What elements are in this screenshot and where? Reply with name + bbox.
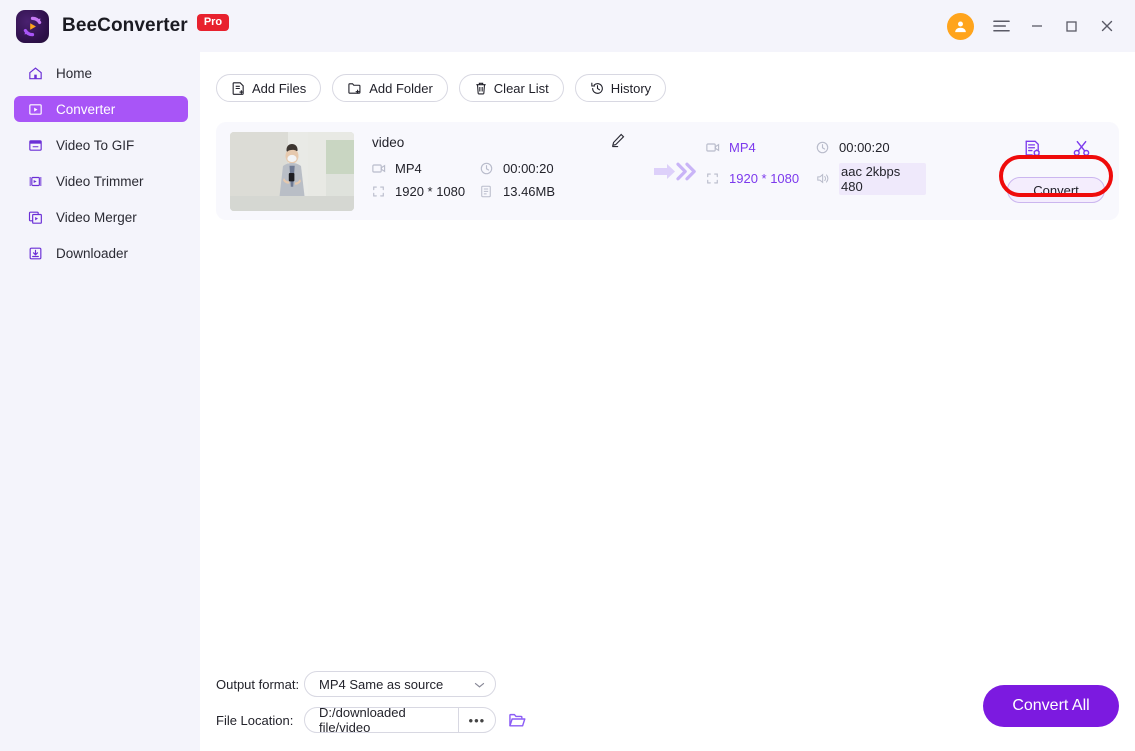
video-format-icon bbox=[706, 142, 721, 153]
edit-pencil-icon[interactable] bbox=[610, 132, 626, 153]
output-format-row: Output format: MP4 Same as source bbox=[216, 671, 527, 697]
add-files-button[interactable]: Add Files bbox=[216, 74, 322, 102]
clear-list-label: Clear List bbox=[493, 80, 549, 96]
sidebar-item-label: Video Merger bbox=[56, 209, 137, 225]
clock-icon bbox=[480, 162, 495, 175]
source-format-value: MP4 bbox=[395, 161, 422, 176]
close-icon[interactable] bbox=[1090, 11, 1123, 41]
source-meta-row-2: 1920 * 1080 13.46MB bbox=[372, 184, 644, 199]
chevron-down-icon bbox=[474, 677, 485, 692]
video-trimmer-icon bbox=[27, 173, 44, 190]
output-duration: 00:00:20 bbox=[816, 140, 890, 155]
output-format-select[interactable]: MP4 Same as source bbox=[304, 671, 496, 697]
beeconverter-logo-icon bbox=[16, 9, 49, 43]
source-resolution-value: 1920 * 1080 bbox=[395, 184, 466, 199]
source-duration: 00:00:20 bbox=[480, 161, 554, 176]
file-location-row: File Location: D:/downloaded file/video … bbox=[216, 707, 527, 733]
source-size-value: 13.46MB bbox=[503, 184, 556, 199]
output-resolution: 1920 * 1080 bbox=[706, 163, 816, 195]
video-thumbnail bbox=[230, 131, 354, 211]
convert-all-button[interactable]: Convert All bbox=[983, 685, 1119, 727]
clear-list-button[interactable]: Clear List bbox=[458, 74, 564, 102]
source-meta-row-1: MP4 00:00:20 bbox=[372, 161, 644, 176]
converter-icon bbox=[27, 101, 44, 118]
add-files-label: Add Files bbox=[252, 80, 307, 96]
add-folder-button[interactable]: Add Folder bbox=[332, 74, 448, 102]
source-size: 13.46MB bbox=[480, 184, 555, 199]
sidebar-item-video-to-gif[interactable]: Video To GIF bbox=[14, 132, 188, 158]
sidebar-item-label: Converter bbox=[56, 101, 116, 117]
output-settings-icon[interactable] bbox=[1023, 139, 1042, 163]
window-controls bbox=[947, 11, 1123, 41]
account-avatar-icon[interactable] bbox=[947, 12, 974, 40]
sidebar-item-home[interactable]: Home bbox=[14, 60, 188, 86]
sidebar-item-label: Video Trimmer bbox=[56, 173, 144, 189]
video-to-gif-icon bbox=[27, 137, 44, 154]
hamburger-menu-icon[interactable] bbox=[985, 11, 1018, 41]
output-format: MP4 bbox=[706, 140, 816, 155]
output-resolution-value: 1920 * 1080 bbox=[729, 171, 800, 186]
output-meta-row-1: MP4 00:00:20 bbox=[706, 140, 926, 155]
sidebar-item-label: Video To GIF bbox=[56, 137, 135, 153]
output-format-value: MP4 Same as source bbox=[319, 676, 444, 692]
file-location-label: File Location: bbox=[216, 712, 294, 728]
home-icon bbox=[27, 65, 44, 82]
pro-badge: Pro bbox=[196, 13, 230, 31]
file-location-input[interactable]: D:/downloaded file/video ••• bbox=[304, 707, 496, 733]
file-location-value: D:/downloaded file/video bbox=[319, 707, 406, 733]
title-bar: BeeConverter Pro bbox=[0, 0, 1135, 52]
history-label: History bbox=[610, 80, 652, 96]
output-format-label: Output format: bbox=[216, 676, 300, 692]
app-brand-name: BeeConverter bbox=[62, 15, 188, 36]
card-icon-row bbox=[1023, 139, 1091, 163]
maximize-icon[interactable] bbox=[1055, 11, 1088, 41]
scissors-trim-icon[interactable] bbox=[1072, 139, 1091, 163]
resolution-icon bbox=[706, 172, 721, 185]
downloader-icon bbox=[27, 245, 44, 262]
browse-button[interactable]: ••• bbox=[457, 708, 495, 732]
file-card-actions: Convert bbox=[999, 122, 1113, 203]
sidebar-item-converter[interactable]: Converter bbox=[14, 96, 188, 122]
minimize-icon[interactable] bbox=[1020, 11, 1053, 41]
main-panel: Add Files Add Folder Clear List History … bbox=[200, 52, 1135, 751]
file-card: video MP4 00:00:20 1920 * 1080 13.46MB M… bbox=[216, 122, 1119, 220]
open-folder-icon[interactable] bbox=[508, 712, 527, 729]
app-body: Home Converter Video To GIF Video Trimme… bbox=[0, 52, 1135, 751]
sidebar-item-downloader[interactable]: Downloader bbox=[14, 240, 188, 266]
file-size-icon bbox=[480, 185, 495, 198]
audio-icon bbox=[816, 172, 831, 185]
output-settings-group: Output format: MP4 Same as source File L… bbox=[216, 671, 527, 733]
sidebar-item-label: Downloader bbox=[56, 245, 129, 261]
video-merger-icon bbox=[27, 209, 44, 226]
source-file-info: video MP4 00:00:20 1920 * 1080 13.46MB bbox=[372, 132, 644, 207]
source-duration-value: 00:00:20 bbox=[503, 161, 554, 176]
history-button[interactable]: History bbox=[574, 74, 667, 102]
file-list: video MP4 00:00:20 1920 * 1080 13.46MB M… bbox=[200, 102, 1135, 671]
source-resolution: 1920 * 1080 bbox=[372, 184, 480, 199]
resolution-icon bbox=[372, 185, 387, 198]
conversion-arrow-icon bbox=[644, 161, 706, 182]
convert-button[interactable]: Convert bbox=[1007, 177, 1105, 203]
add-folder-label: Add Folder bbox=[369, 80, 433, 96]
video-format-icon bbox=[372, 163, 387, 174]
file-name: video bbox=[372, 135, 405, 150]
convert-button-wrapper: Convert bbox=[999, 155, 1113, 203]
output-audio: aac 2kbps 480 bbox=[816, 162, 926, 195]
output-meta-row-2: 1920 * 1080 aac 2kbps 480 bbox=[706, 162, 926, 195]
footer-bar: Output format: MP4 Same as source File L… bbox=[200, 671, 1135, 751]
output-format-value: MP4 bbox=[729, 139, 756, 155]
output-audio-value: aac 2kbps 480 bbox=[839, 162, 926, 195]
clock-icon bbox=[816, 141, 831, 154]
sidebar-nav: Home Converter Video To GIF Video Trimme… bbox=[0, 52, 200, 751]
output-duration-value: 00:00:20 bbox=[839, 139, 890, 155]
sidebar-item-label: Home bbox=[56, 65, 93, 81]
sidebar-item-video-trimmer[interactable]: Video Trimmer bbox=[14, 168, 188, 194]
app-window: BeeConverter Pro Home Converter Video To… bbox=[0, 0, 1135, 751]
output-file-info: MP4 00:00:20 1920 * 1080 aac 2kbps 480 bbox=[706, 140, 926, 203]
sidebar-item-video-merger[interactable]: Video Merger bbox=[14, 204, 188, 230]
source-format: MP4 bbox=[372, 161, 480, 176]
